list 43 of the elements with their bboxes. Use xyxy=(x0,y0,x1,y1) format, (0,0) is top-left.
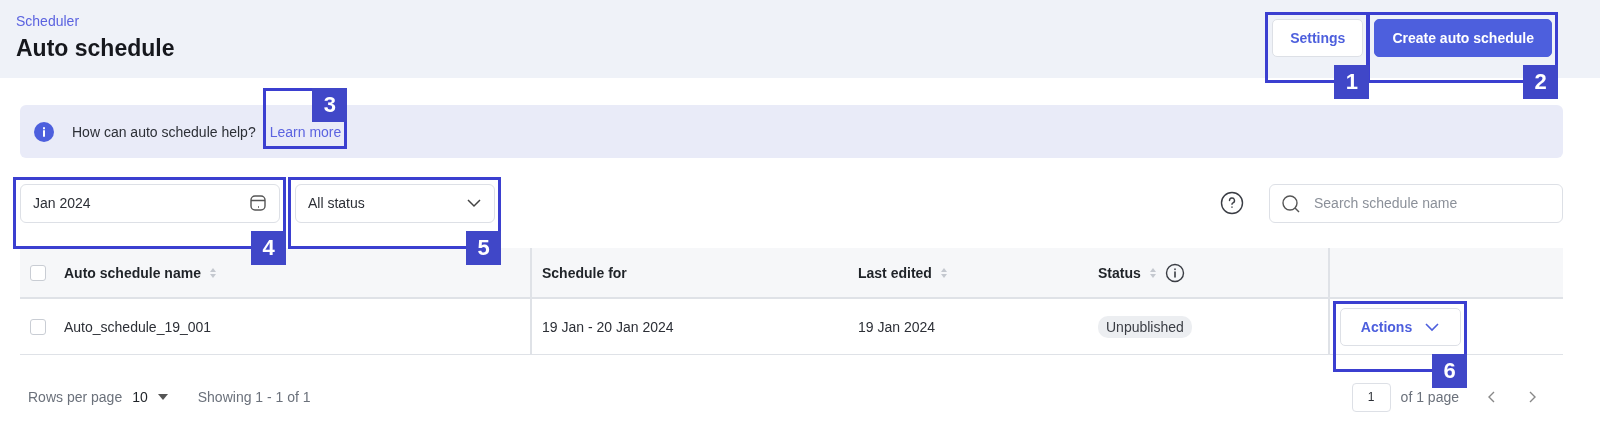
table-cell: Auto_schedule_19_001 xyxy=(64,318,212,335)
banner-text: How can auto schedule help? xyxy=(72,123,256,140)
help-icon xyxy=(1220,191,1244,215)
column-header[interactable]: Last edited xyxy=(848,248,1088,299)
info-icon xyxy=(34,121,54,142)
select-all-checkbox[interactable] xyxy=(30,264,46,281)
table-cell: 19 Jan - 20 Jan 2024 xyxy=(542,318,674,335)
settings-button[interactable]: Settings xyxy=(1272,19,1364,57)
breadcrumb-link[interactable]: Scheduler xyxy=(16,13,175,29)
sort-icon xyxy=(1148,266,1157,279)
status-dropdown[interactable]: All status xyxy=(295,183,495,223)
caret-down-icon xyxy=(157,394,168,400)
chevron-left-icon xyxy=(1487,390,1497,404)
callout-number: 3 xyxy=(312,87,348,122)
sort-icon xyxy=(939,266,948,279)
page-title: Auto schedule xyxy=(16,35,175,62)
callout-number: 1 xyxy=(1334,65,1370,99)
callout-number: 5 xyxy=(466,230,501,265)
status-tag: Unpublished xyxy=(1098,315,1192,338)
search-icon xyxy=(1281,193,1301,214)
column-header[interactable]: Status xyxy=(1088,248,1330,299)
column-header: Schedule for xyxy=(532,248,848,299)
sort-icon xyxy=(208,266,217,279)
showing-text: Showing 1 - 1 of 1 xyxy=(197,389,311,405)
month-picker[interactable]: Jan 2024 xyxy=(20,183,280,223)
page-count: of 1 page xyxy=(1400,389,1459,405)
rows-per-page-select[interactable]: 10 xyxy=(132,389,148,405)
table-cell: 19 Jan 2024 xyxy=(858,318,936,335)
chevron-down-icon xyxy=(466,198,482,208)
callout-number: 4 xyxy=(251,230,286,265)
callout-number: 2 xyxy=(1523,65,1558,99)
create-button[interactable]: Create auto schedule xyxy=(1374,19,1552,57)
calendar-icon xyxy=(249,194,267,212)
info-icon xyxy=(1164,262,1185,283)
row-checkbox[interactable] xyxy=(30,318,46,335)
chevron-down-icon xyxy=(1424,321,1441,332)
callout-number: 6 xyxy=(1432,353,1467,388)
learn-more-link[interactable]: Learn more xyxy=(269,123,342,140)
actions-button[interactable]: Actions xyxy=(1340,307,1461,346)
rows-per-page-label: Rows per page xyxy=(28,389,123,405)
chevron-right-icon xyxy=(1527,390,1537,404)
page-input[interactable]: 1 xyxy=(1351,382,1391,412)
search-field[interactable]: Search schedule name xyxy=(1269,183,1563,223)
